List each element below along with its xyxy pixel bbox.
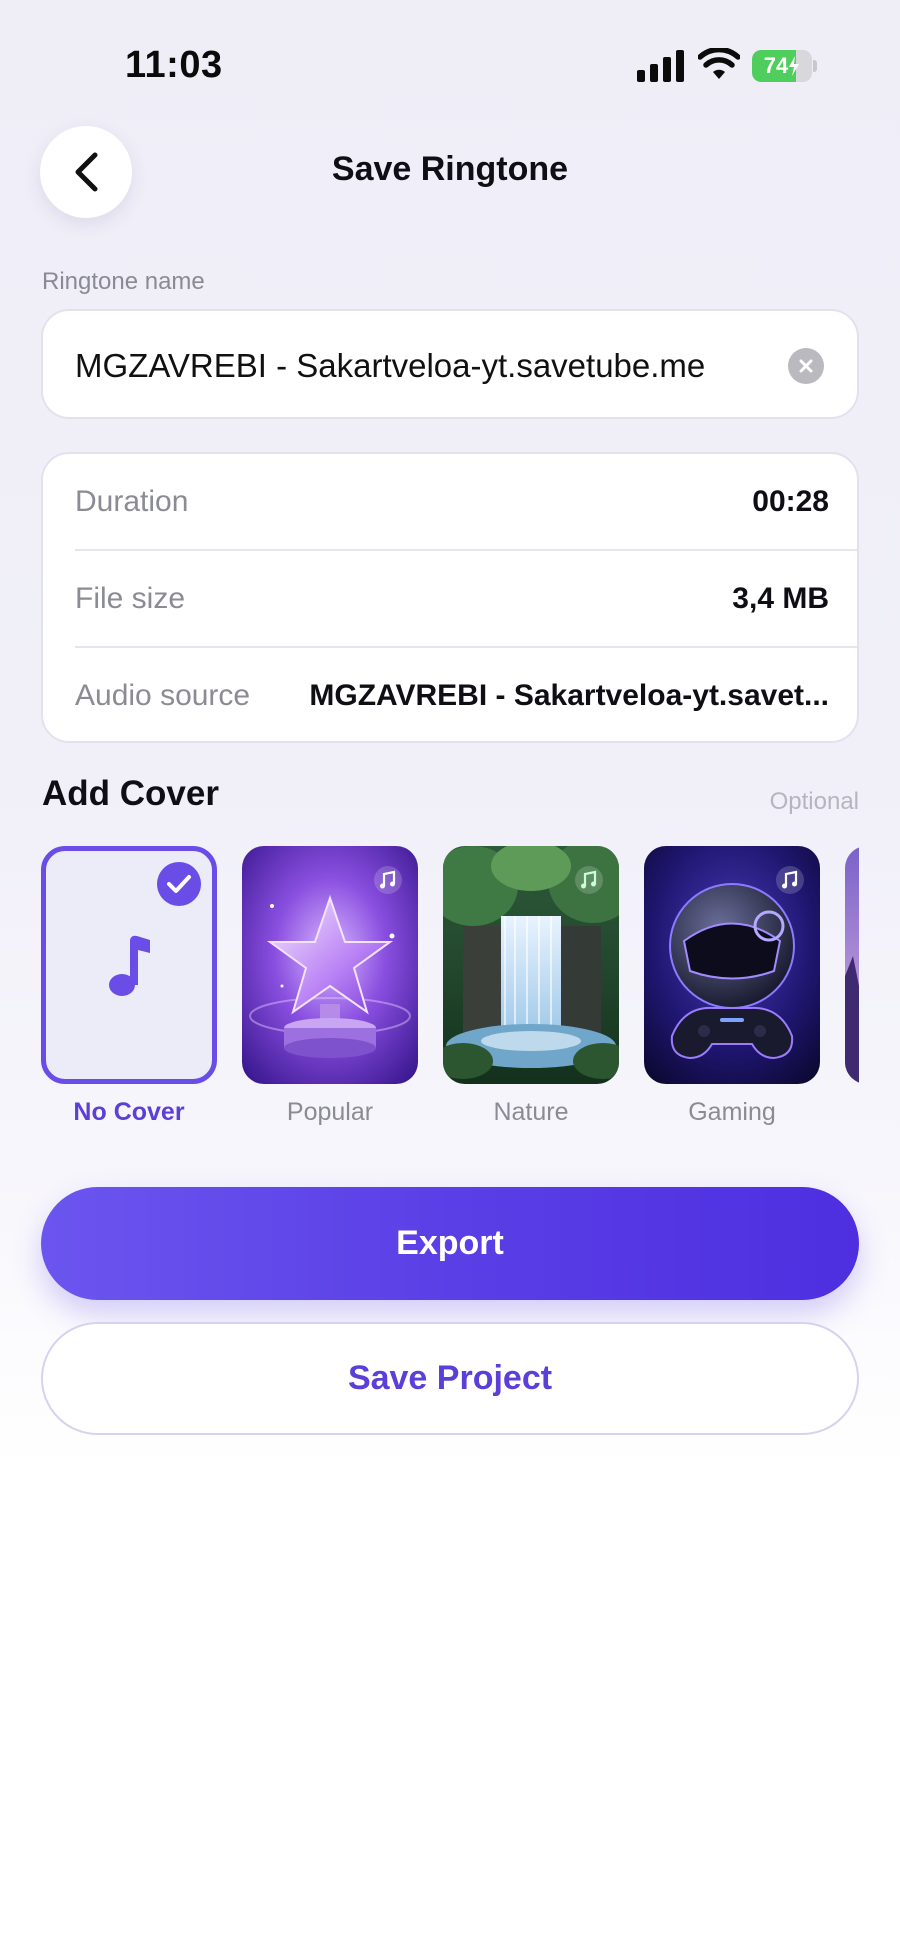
- charging-bolt-icon: [789, 56, 800, 76]
- audio-source-value: MGZAVREBI - Sakartveloa-yt.savet...: [309, 679, 829, 712]
- cover-option-nature[interactable]: Nature: [443, 846, 619, 1136]
- music-note-icon: [571, 862, 607, 898]
- clear-button[interactable]: [788, 348, 824, 384]
- music-note-icon: [772, 862, 808, 898]
- cover-carousel[interactable]: No Cover Popular Nature Gaming: [41, 846, 859, 1136]
- file-size-row: File size 3,4 MB: [75, 551, 857, 647]
- cover-option-next[interactable]: [845, 846, 859, 1136]
- ringtone-name-input[interactable]: [75, 341, 775, 391]
- ringtone-name-label: Ringtone name: [42, 268, 205, 295]
- cover-option-popular[interactable]: Popular: [242, 846, 418, 1136]
- cover-label: Nature: [493, 1098, 569, 1126]
- duration-row: Duration 00:28: [75, 454, 857, 550]
- checkmark-icon: [157, 862, 201, 906]
- page-title: Save Ringtone: [331, 150, 569, 188]
- wifi-icon: [698, 48, 740, 79]
- audio-source-row: Audio source MGZAVREBI - Sakartveloa-yt.…: [75, 648, 857, 741]
- signal-icon: [637, 50, 684, 82]
- ringtone-name-field: [41, 309, 859, 419]
- status-time: 11:03: [125, 44, 223, 86]
- cover-label: Gaming: [688, 1098, 776, 1126]
- battery-icon: 74: [752, 50, 818, 82]
- cover-image-partial: [845, 846, 859, 1084]
- status-bar: 11:03 74: [0, 0, 900, 110]
- cover-option-no-cover[interactable]: No Cover: [41, 846, 217, 1136]
- duration-value: 00:28: [752, 485, 829, 518]
- file-size-label: File size: [75, 582, 186, 615]
- file-size-value: 3,4 MB: [732, 582, 829, 615]
- add-cover-title: Add Cover: [42, 774, 219, 813]
- duration-label: Duration: [75, 485, 189, 518]
- music-note-icon: [109, 935, 150, 996]
- cover-option-gaming[interactable]: Gaming: [644, 846, 820, 1136]
- optional-label: Optional: [769, 788, 859, 815]
- clear-icon: [799, 359, 813, 373]
- audio-source-label: Audio source: [75, 679, 251, 712]
- battery-percent: 74: [763, 53, 789, 78]
- cover-label: Popular: [286, 1098, 374, 1126]
- ringtone-info-card: Duration 00:28 File size 3,4 MB Audio so…: [41, 452, 859, 743]
- music-note-icon: [370, 862, 406, 898]
- export-button[interactable]: Export: [41, 1187, 859, 1300]
- cover-label: No Cover: [73, 1098, 185, 1126]
- cover-thumbnail: [845, 846, 859, 1084]
- save-project-button[interactable]: Save Project: [41, 1322, 859, 1435]
